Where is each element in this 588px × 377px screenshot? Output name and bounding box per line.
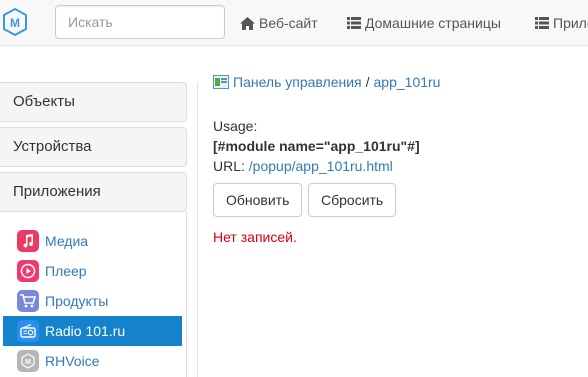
usage-url-label: URL:: [213, 158, 245, 174]
usage-block: Usage: [#module name="app_101ru"#] URL: …: [213, 116, 420, 176]
sidebar-item-label: Плеер: [45, 263, 87, 279]
empty-message: Нет записей.: [213, 229, 297, 245]
refresh-button[interactable]: Обновить: [213, 183, 303, 217]
sidebar-section-objects[interactable]: Объекты: [0, 82, 187, 122]
sidebar-section-apps[interactable]: Приложения: [0, 172, 187, 212]
breadcrumb-root-link[interactable]: Панель управления: [233, 74, 362, 90]
sidebar-item-media[interactable]: Медиа: [3, 226, 182, 256]
apps-list: Медиа Плеер Продукты Radio 101.ru M RHVo…: [0, 212, 187, 377]
usage-code: [#module name="app_101ru"#]: [213, 138, 420, 154]
sidebar-item-player[interactable]: Плеер: [3, 256, 182, 286]
logo-icon[interactable]: M: [2, 7, 28, 37]
nav-link-apps[interactable]: Прило: [535, 0, 588, 46]
svg-text:M: M: [10, 16, 20, 30]
play-icon: [17, 260, 39, 282]
breadcrumb-separator: /: [365, 74, 370, 90]
home-icon: [240, 16, 255, 30]
usage-label: Usage:: [213, 118, 258, 134]
sidebar-section-devices[interactable]: Устройства: [0, 127, 187, 167]
sidebar-item-label: RHVoice: [45, 353, 100, 369]
list-icon: [535, 17, 549, 29]
top-navbar: M Веб-сайт Домашние страницы Прило: [0, 0, 588, 46]
sidebar-item-products[interactable]: Продукты: [3, 286, 182, 316]
usage-url-line: URL: /popup/app_101ru.html: [213, 156, 420, 176]
search-input[interactable]: [55, 5, 225, 39]
music-icon: [17, 230, 39, 252]
control-panel-icon: [213, 75, 229, 89]
nav-link-home-pages-label: Домашние страницы: [365, 14, 501, 31]
cart-icon: [17, 290, 39, 312]
radio-icon: [17, 320, 39, 342]
usage-url-link[interactable]: /popup/app_101ru.html: [249, 158, 393, 174]
sidebar-item-label: Продукты: [45, 293, 109, 309]
module-icon: M: [17, 350, 39, 372]
breadcrumb-current-link[interactable]: app_101ru: [374, 74, 441, 90]
breadcrumb: Панель управления / app_101ru: [213, 74, 440, 90]
nav-link-website-label: Веб-сайт: [259, 14, 318, 31]
nav-link-home-pages[interactable]: Домашние страницы: [347, 0, 501, 46]
sidebar-item-radio-101[interactable]: Radio 101.ru: [3, 316, 182, 346]
list-icon: [347, 17, 361, 29]
reset-button[interactable]: Сбросить: [308, 183, 397, 217]
sidebar-item-label: Radio 101.ru: [45, 323, 126, 339]
nav-link-website[interactable]: Веб-сайт: [240, 0, 318, 46]
svg-text:M: M: [25, 359, 31, 366]
sidebar-item-rhvoice[interactable]: M RHVoice: [3, 346, 182, 376]
nav-link-apps-label: Прило: [553, 14, 588, 31]
sidebar-item-label: Медиа: [45, 233, 89, 249]
